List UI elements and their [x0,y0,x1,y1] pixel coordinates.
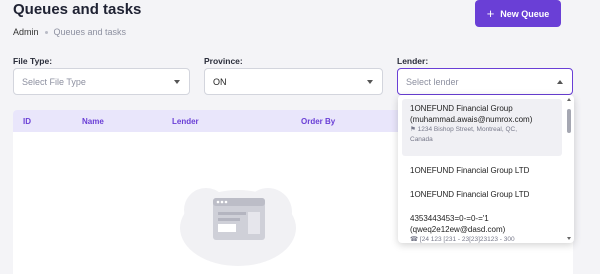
lender-label: Lender: [397,56,429,66]
province-value: ON [213,76,227,87]
dropdown-scroll-up[interactable] [567,98,571,101]
breadcrumb-current: Queues and tasks [53,27,127,37]
lender-option-name: 1ONEFUND Financial Group LTD [410,166,530,175]
lender-option-name: 1ONEFUND Financial Group LTD [410,190,530,199]
file-type-placeholder: Select File Type [22,76,86,87]
lender-option-address-country: Canada [410,136,433,143]
chevron-down-icon [174,79,180,84]
column-header-lender[interactable]: Lender [172,117,199,126]
page-title: Queues and tasks [13,1,142,18]
breadcrumb: Admin Queues and tasks [13,27,126,37]
column-header-id[interactable]: ID [23,117,31,126]
lender-option[interactable]: 1ONEFUND Financial Group LTD [402,189,562,200]
dropdown-scroll-down[interactable] [567,237,571,240]
lender-option[interactable]: 1ONEFUND Financial Group (muhammad.awais… [402,99,562,156]
province-label: Province: [204,56,243,66]
new-queue-label: New Queue [500,8,550,19]
scrollbar-thumb[interactable] [567,109,571,133]
lender-option-name: 4353443453=0-=0-='1 [410,214,489,223]
new-queue-button[interactable]: + New Queue [475,0,561,27]
breadcrumb-separator [44,30,48,34]
lender-option[interactable]: 4353443453=0-=0-='1 (qweq2e12ew@dasd.com… [402,213,562,243]
lender-placeholder: Select lender [406,76,459,87]
lender-option-address: ⚑ 1234 Bishop Street, Montreal, QC, [410,126,517,133]
lender-option-email: (muhammad.awais@numrox.com) [410,115,533,124]
lender-option-address: ☎ [24 123 [231 - 23[23]23123 - 300 [410,236,515,243]
file-type-select[interactable]: Select File Type [13,68,190,95]
browser-window-illustration [180,188,296,266]
lender-option-name: 1ONEFUND Financial Group [410,104,513,113]
dropdown-scrollbar[interactable] [567,103,571,237]
column-header-name[interactable]: Name [82,117,104,126]
lender-option[interactable]: 1ONEFUND Financial Group LTD [402,165,562,176]
phone-icon: ☎ [410,236,419,243]
lender-select[interactable]: Select lender [397,68,573,95]
location-pin-icon: ⚑ [410,126,416,133]
province-select[interactable]: ON [204,68,383,95]
chevron-down-icon [367,79,373,84]
file-type-label: File Type: [13,56,53,66]
lender-dropdown: 1ONEFUND Financial Group (muhammad.awais… [398,95,574,243]
breadcrumb-root[interactable]: Admin [13,27,39,37]
chevron-up-icon [557,79,563,84]
plus-icon: + [486,6,495,21]
column-header-order-by[interactable]: Order By [301,117,335,126]
lender-option-email: (qweq2e12ew@dasd.com) [410,225,506,234]
